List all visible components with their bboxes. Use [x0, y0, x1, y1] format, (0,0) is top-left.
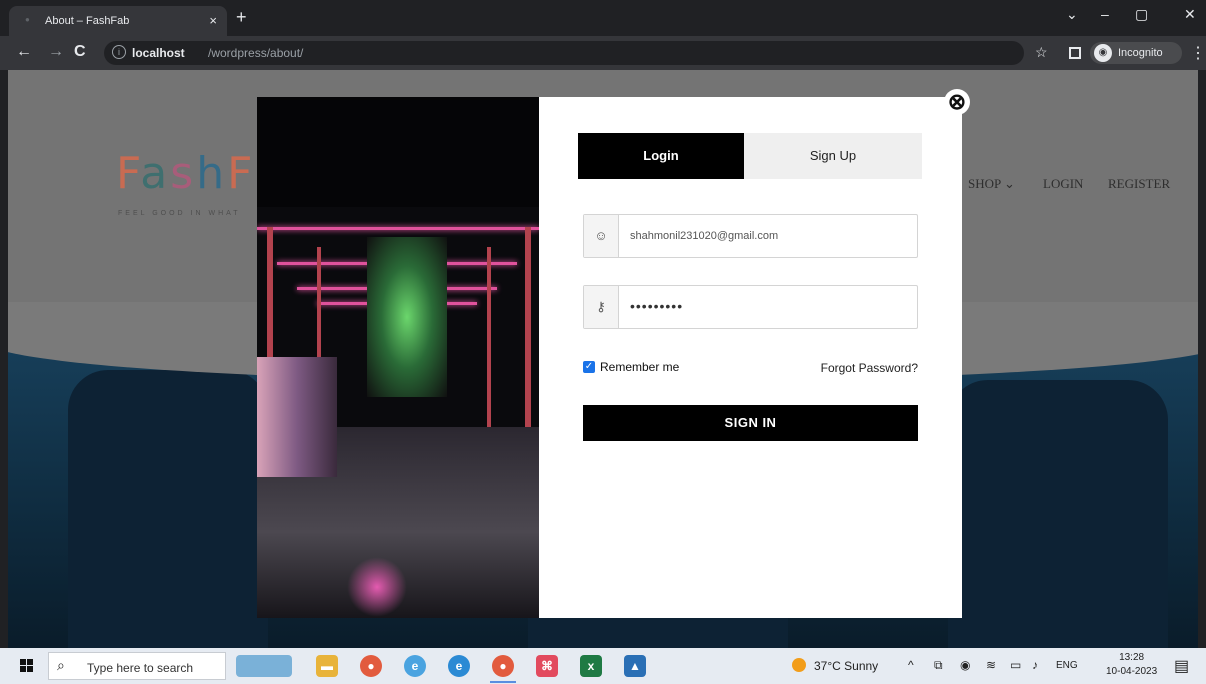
- url-host: localhost: [132, 46, 185, 60]
- bookmark-star-icon[interactable]: ☆: [1035, 44, 1048, 61]
- browser-menu-icon[interactable]: ⋮: [1190, 43, 1206, 63]
- forgot-password-link[interactable]: Forgot Password?: [821, 361, 918, 375]
- system-clock[interactable]: 13:28 10-04-2023: [1106, 651, 1157, 679]
- new-tab-icon[interactable]: +: [236, 7, 247, 28]
- tab-search-icon[interactable]: ⌄: [1066, 6, 1078, 23]
- taskbar-search-placeholder: Type here to search: [87, 661, 194, 675]
- site-logo[interactable]: FashF: [116, 148, 255, 199]
- auth-tabs: Login Sign Up: [578, 133, 922, 179]
- remember-checkbox[interactable]: ✓: [583, 361, 595, 373]
- battery-icon[interactable]: ▭: [1010, 658, 1021, 672]
- chrome-icon[interactable]: ●: [360, 655, 382, 677]
- search-highlight-icon[interactable]: [236, 655, 292, 677]
- windows-taskbar: ⌕ Type here to search ▬ ● e e ● ⌘ x ▲ 37…: [0, 648, 1206, 684]
- reload-icon[interactable]: C: [74, 43, 86, 61]
- tab-title: About – FashFab: [45, 15, 130, 27]
- nav-login[interactable]: LOGIN: [1043, 176, 1083, 192]
- password-field[interactable]: ⚷ •••••••••: [583, 285, 918, 329]
- incognito-label: Incognito: [1118, 47, 1163, 59]
- app-icon[interactable]: ⌘: [536, 655, 558, 677]
- close-modal-icon[interactable]: ⊗: [944, 89, 970, 115]
- volume-icon[interactable]: ♪: [1032, 658, 1038, 672]
- tab-signup[interactable]: Sign Up: [744, 133, 922, 179]
- hero-person-right: [948, 380, 1168, 648]
- clock-date: 10-04-2023: [1106, 666, 1158, 677]
- tab-login[interactable]: Login: [578, 133, 744, 179]
- sun-icon: [792, 658, 806, 672]
- weather-text: 37°C Sunny: [814, 659, 879, 673]
- side-panel-icon[interactable]: [1069, 47, 1081, 59]
- site-info-icon[interactable]: i: [112, 45, 126, 59]
- notification-icon[interactable]: ▤: [1174, 656, 1189, 676]
- forward-arrow-icon[interactable]: →: [48, 43, 64, 61]
- photos-icon[interactable]: ▲: [624, 655, 646, 677]
- login-modal: Login Sign Up ☺ shahmonil231020@gmail.co…: [539, 97, 962, 618]
- windows-start-icon[interactable]: [20, 659, 34, 673]
- tab-favicon-icon: ●: [25, 15, 30, 24]
- nav-shop[interactable]: SHOP ⌄: [968, 176, 1015, 192]
- file-explorer-icon[interactable]: ▬: [316, 655, 338, 677]
- incognito-icon: ◉: [1094, 44, 1112, 62]
- excel-icon[interactable]: x: [580, 655, 602, 677]
- tray-chevron-icon[interactable]: ^: [908, 658, 914, 672]
- weather-widget[interactable]: 37°C Sunny: [792, 658, 878, 673]
- modal-store-image: [257, 97, 539, 618]
- email-value: shahmonil231020@gmail.com: [630, 230, 779, 242]
- browser-tab-strip: ● About – FashFab × + ⌄ – ▢ ✕: [0, 0, 1206, 36]
- browser-tab[interactable]: ● About – FashFab ×: [9, 6, 227, 36]
- chrome-incognito-icon[interactable]: ●: [490, 655, 516, 683]
- sign-in-button[interactable]: SIGN IN: [583, 405, 918, 441]
- hero-person-left: [68, 370, 268, 648]
- browser-toolbar: ← → C i localhost /wordpress/about/ ☆ ◉ …: [0, 36, 1206, 70]
- incognito-badge[interactable]: ◉ Incognito: [1090, 42, 1182, 64]
- language-indicator[interactable]: ENG: [1056, 660, 1078, 671]
- clock-time: 13:28: [1119, 652, 1145, 663]
- wifi-icon[interactable]: ≋: [986, 658, 996, 672]
- tab-close-icon[interactable]: ×: [209, 13, 217, 28]
- taskbar-search[interactable]: ⌕ Type here to search: [48, 652, 226, 680]
- internet-explorer-icon[interactable]: e: [404, 655, 426, 677]
- security-icon[interactable]: ◉: [960, 658, 970, 672]
- meet-icon[interactable]: ⧉: [934, 658, 943, 673]
- edge-icon[interactable]: e: [448, 655, 470, 677]
- email-field[interactable]: ☺ shahmonil231020@gmail.com: [583, 214, 918, 258]
- window-close-icon[interactable]: ✕: [1184, 6, 1196, 23]
- restore-icon[interactable]: ▢: [1135, 6, 1148, 23]
- key-icon: ⚷: [584, 286, 619, 328]
- nav-register[interactable]: REGISTER: [1108, 176, 1170, 192]
- password-value: •••••••••: [630, 298, 684, 314]
- remember-label: Remember me: [600, 360, 680, 374]
- url-path: /wordpress/about/: [208, 46, 304, 60]
- back-arrow-icon[interactable]: ←: [16, 43, 32, 61]
- search-icon: ⌕: [57, 657, 65, 673]
- address-bar[interactable]: i localhost /wordpress/about/: [104, 41, 1024, 65]
- site-tagline: FEEL GOOD IN WHAT: [118, 210, 241, 217]
- minimize-icon[interactable]: –: [1101, 6, 1109, 22]
- user-icon: ☺: [584, 215, 619, 257]
